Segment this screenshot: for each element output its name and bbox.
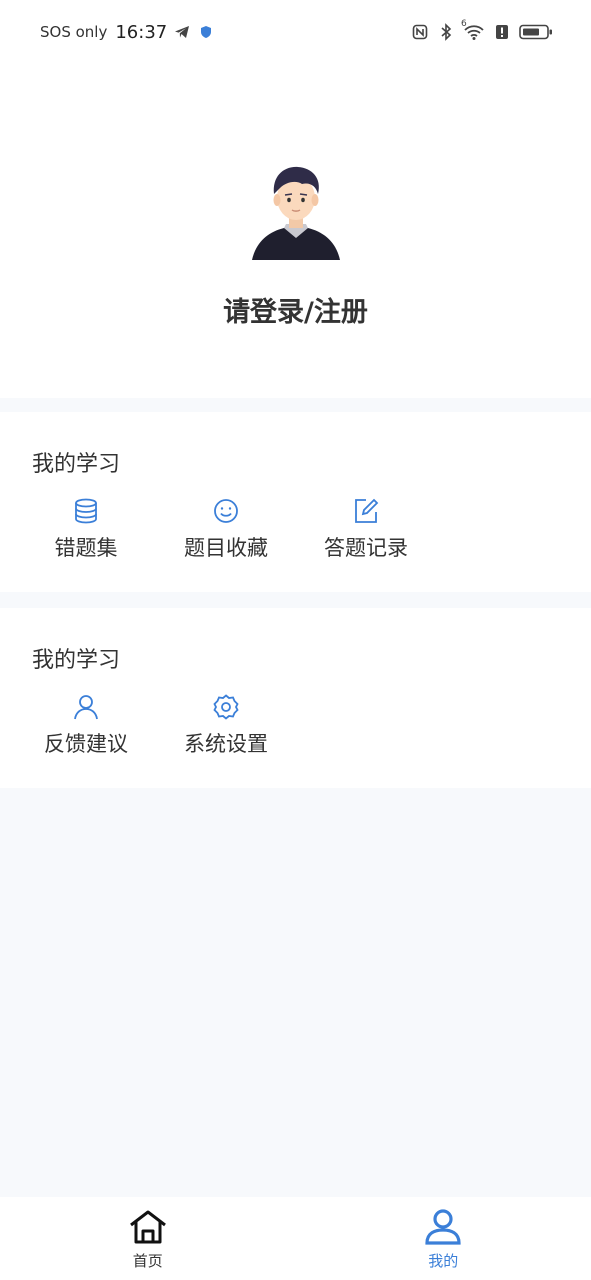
gear-icon: [211, 692, 241, 722]
tab-home[interactable]: 首页: [0, 1197, 296, 1280]
study-items: 错题集 题目收藏 答题记录: [16, 496, 436, 562]
item-label: 反馈建议: [44, 732, 128, 756]
favorites-item[interactable]: 题目收藏: [156, 496, 296, 562]
nfc-icon: [411, 23, 429, 41]
smile-icon: [211, 496, 241, 526]
section-title: 我的学习: [32, 648, 121, 673]
bluetooth-icon: [437, 23, 455, 41]
answer-records-item[interactable]: 答题记录: [296, 496, 436, 562]
tab-label: 首页: [132, 1252, 163, 1270]
battery-icon: [519, 23, 553, 41]
settings-item[interactable]: 系统设置: [156, 692, 296, 758]
carrier-label: SOS only: [40, 23, 108, 41]
profile-header: 请登录/注册: [0, 64, 591, 398]
study-section: 我的学习 错题集 题目收藏 答题记录: [0, 412, 591, 592]
avatar[interactable]: [250, 164, 342, 264]
user-icon: [71, 692, 101, 722]
telegram-icon: [173, 23, 191, 41]
item-label: 错题集: [54, 536, 118, 560]
bottom-tab-bar: 首页 我的: [0, 1197, 591, 1280]
screen: SOS only 16:37 6 请登录/注册 我的学习 错题集 题目收藏 答题…: [0, 0, 591, 1280]
alert-icon: [493, 23, 511, 41]
status-left: SOS only 16:37: [40, 22, 215, 43]
other-items: 反馈建议 系统设置: [16, 692, 296, 758]
person-icon: [423, 1207, 463, 1247]
feedback-item[interactable]: 反馈建议: [16, 692, 156, 758]
home-icon: [128, 1207, 168, 1247]
database-icon: [71, 496, 101, 526]
other-section: 我的学习 反馈建议 系统设置: [0, 608, 591, 788]
wifi-badge: 6: [461, 19, 467, 29]
item-label: 答题记录: [324, 536, 408, 560]
section-title: 我的学习: [32, 452, 121, 477]
time-label: 16:37: [115, 21, 168, 43]
status-bar: SOS only 16:37 6: [0, 0, 591, 64]
item-label: 题目收藏: [184, 536, 268, 560]
wifi-icon: 6: [461, 19, 485, 41]
shield-icon: [197, 23, 215, 41]
item-label: 系统设置: [184, 732, 268, 756]
tab-label: 我的: [428, 1252, 459, 1270]
tab-mine[interactable]: 我的: [296, 1197, 591, 1280]
status-right: 6: [411, 19, 553, 41]
edit-icon: [351, 496, 381, 526]
wrong-questions-item[interactable]: 错题集: [16, 496, 156, 562]
login-register-link[interactable]: 请登录/注册: [0, 290, 591, 329]
